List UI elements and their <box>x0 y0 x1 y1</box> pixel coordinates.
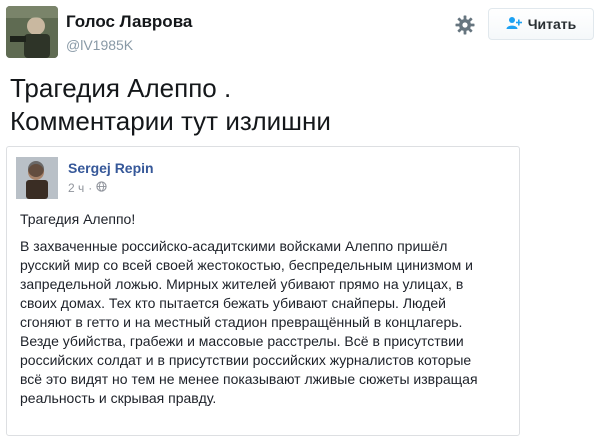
fb-avatar-photo <box>16 157 58 199</box>
fb-meta-separator: · <box>88 181 93 195</box>
fb-post-body-line: Везде убийства, грабежи и массовые расст… <box>20 333 464 349</box>
fb-post-time[interactable]: 2 ч <box>68 181 84 195</box>
fb-post-meta: 2 ч · <box>68 181 107 195</box>
fb-author-name[interactable]: Sergej Repin <box>68 160 154 176</box>
tweet-header: Голос Лаврова @lV1985K Читать <box>0 0 602 60</box>
fb-post-body-line: В захваченные российско-асадитскими войс… <box>20 238 448 254</box>
author-name[interactable]: Голос Лаврова <box>66 12 192 32</box>
fb-post-body-line: сгоняют в гетто и на местный стадион пре… <box>20 314 463 330</box>
author-handle[interactable]: @lV1985K <box>66 37 133 53</box>
embedded-facebook-post: Sergej Repin 2 ч · Трагедия Алеппо! В за… <box>6 146 520 436</box>
follow-button[interactable]: Читать <box>488 8 594 40</box>
gear-icon[interactable] <box>452 12 478 38</box>
fb-post-body-line: реальность и скрывая правду. <box>20 390 217 406</box>
follow-button-label: Читать <box>527 16 577 32</box>
fb-post-body-line: русский мир со всей своей жестокостью, б… <box>20 257 473 273</box>
fb-post-body-line: всё это видят но тем не менее показывают… <box>20 371 478 387</box>
tweet-text-line: Трагедия Алеппо . <box>10 73 232 103</box>
fb-post-title: Трагедия Алеппо! <box>20 211 136 227</box>
fb-post-body-line: своих домах. Тех кто пытается бежать уби… <box>20 295 446 311</box>
tweet-text: Трагедия Алеппо . Комментарии тут излишн… <box>10 72 590 138</box>
tweet-text-line: Комментарии тут излишни <box>10 106 331 136</box>
fb-post-body-line: запредельной ложью. Мирных жителей убива… <box>20 276 464 292</box>
author-avatar[interactable] <box>6 6 58 58</box>
add-user-icon <box>506 16 522 33</box>
fb-post-body: В захваченные российско-асадитскими войс… <box>20 237 514 408</box>
globe-icon <box>96 181 107 195</box>
fb-author-avatar[interactable] <box>16 157 58 199</box>
fb-post-body-line: российских солдат и в присутствии россий… <box>20 352 472 368</box>
avatar-photo <box>6 6 58 58</box>
